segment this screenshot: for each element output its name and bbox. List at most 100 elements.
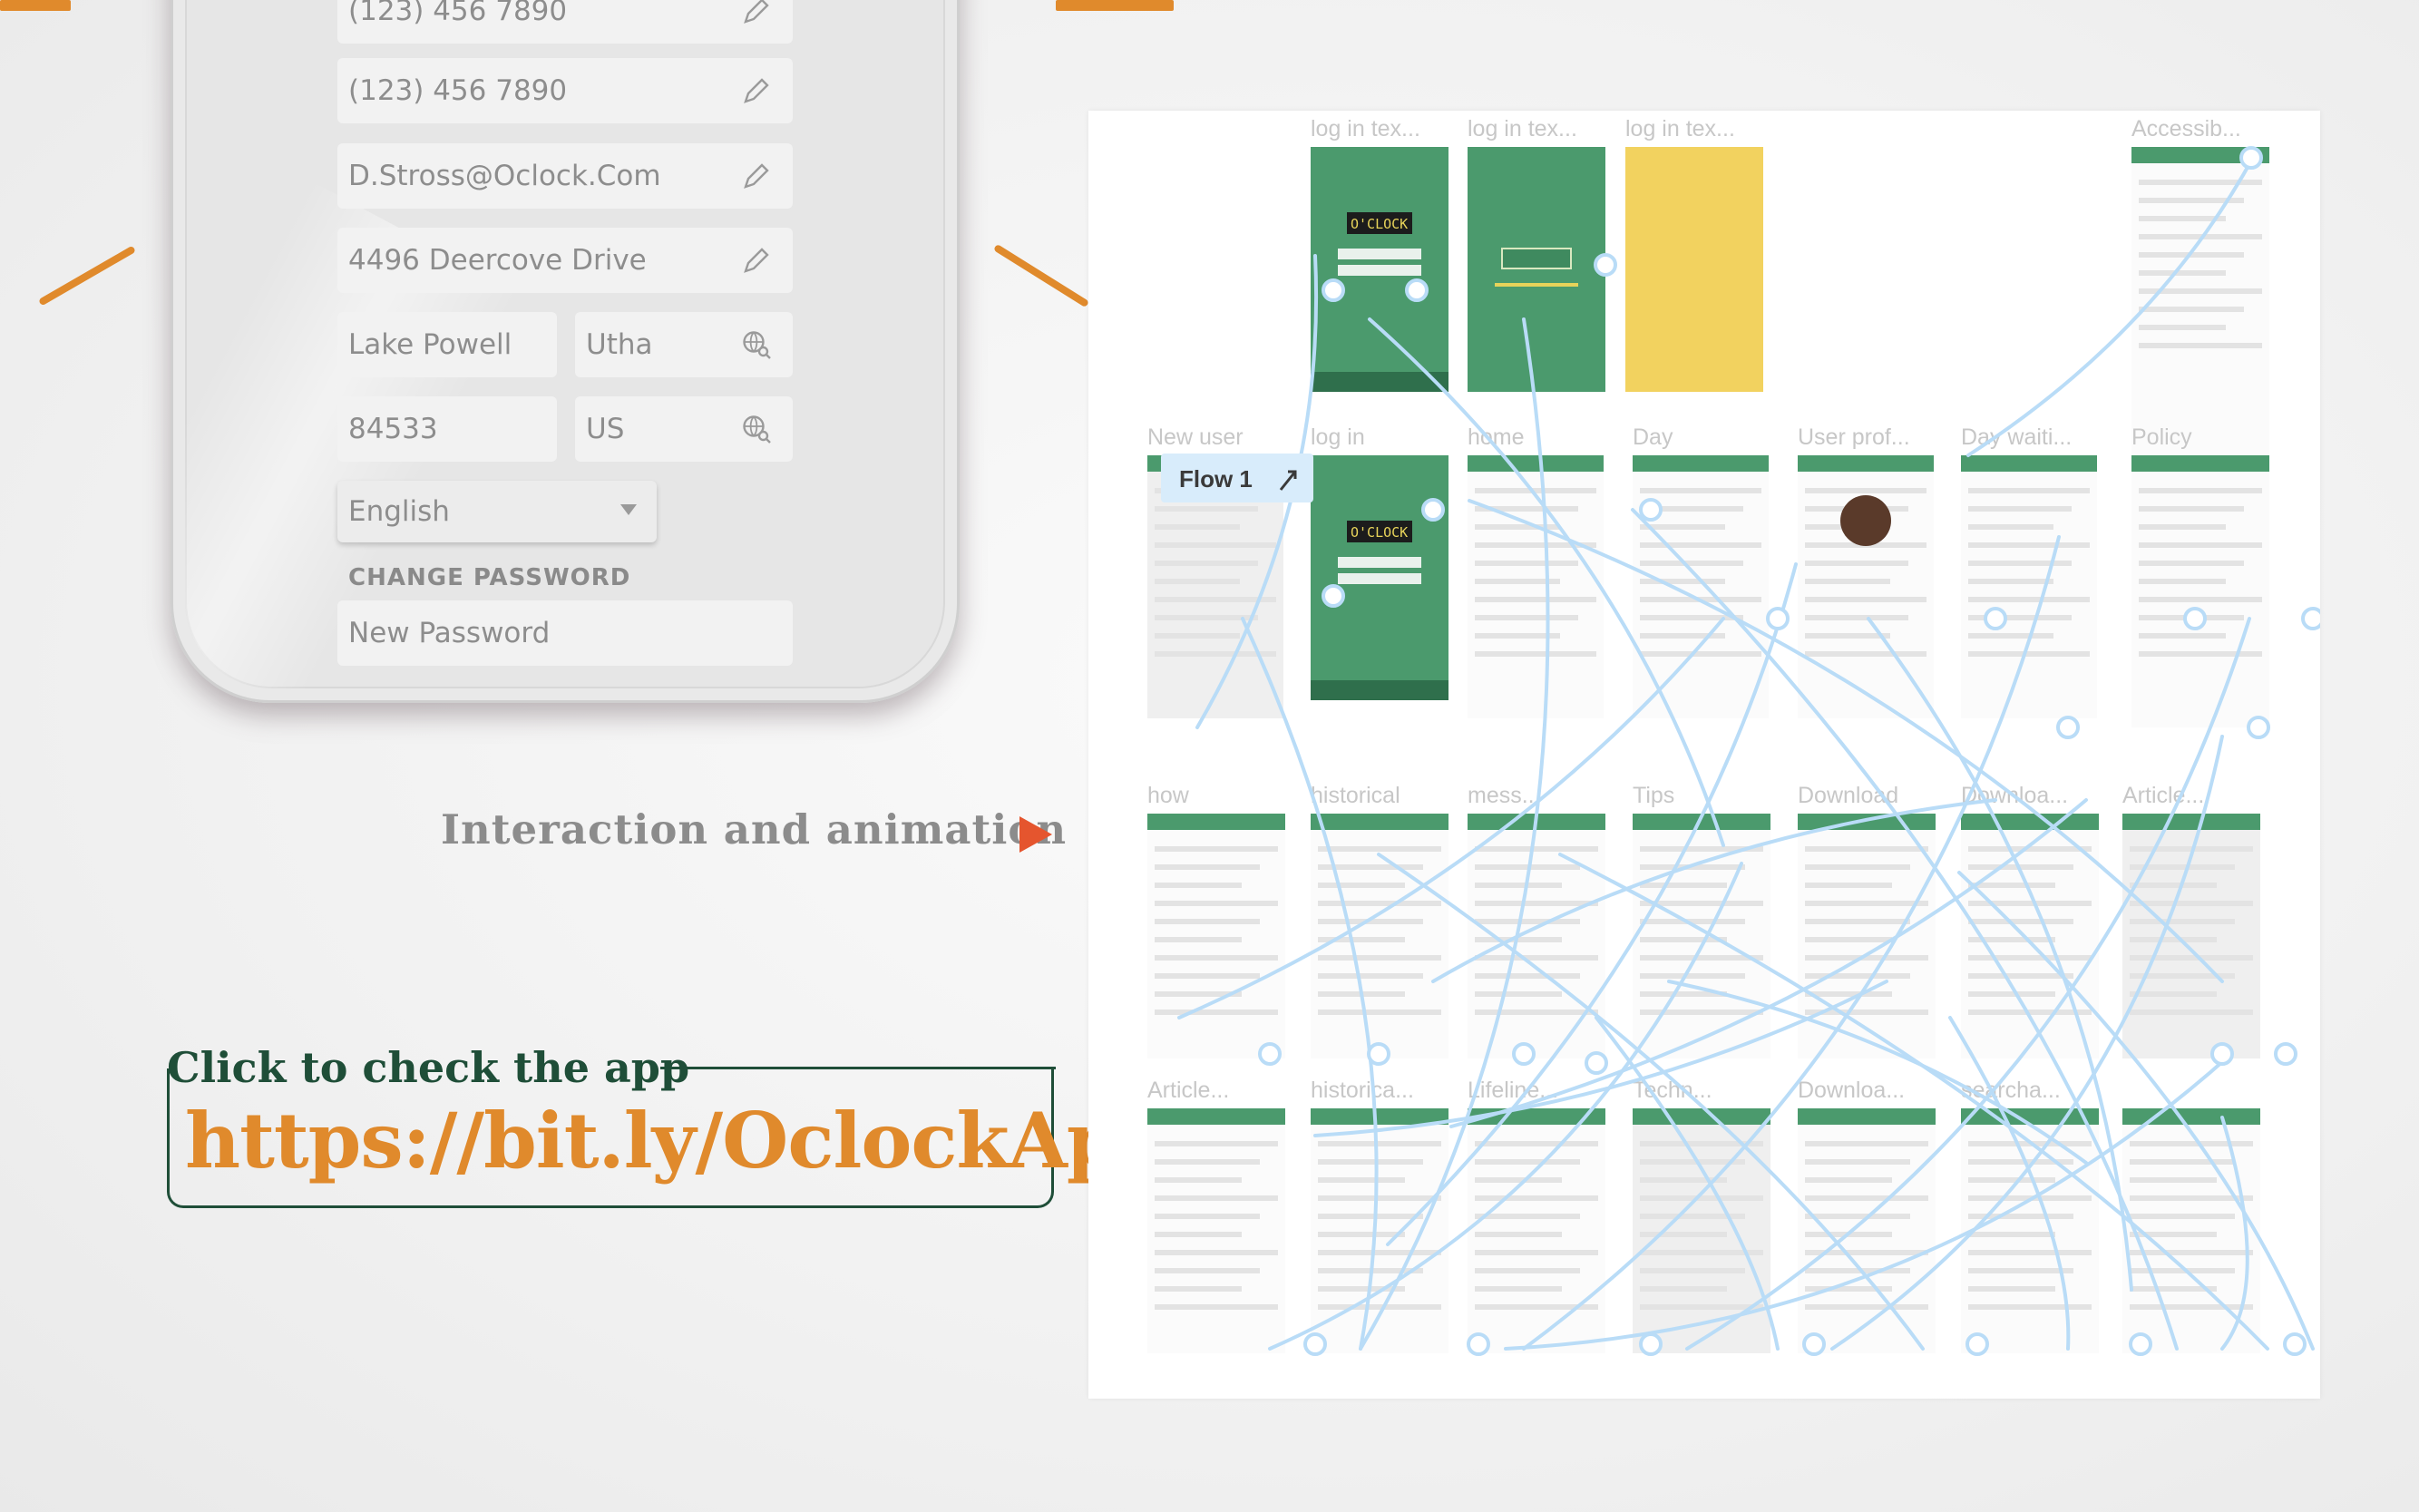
hotspot-node[interactable]	[1421, 498, 1445, 522]
screen-label: Tips	[1633, 783, 1674, 808]
prototype-screen[interactable]: Downloa...	[1798, 1078, 1936, 1353]
input-placeholder	[1338, 573, 1421, 584]
text-line	[1968, 1304, 2092, 1310]
hotspot-node[interactable]	[1984, 607, 2007, 630]
text-line	[2139, 524, 2226, 530]
hotspot-node[interactable]	[1512, 1042, 1536, 1066]
hotspot-node[interactable]	[1639, 1332, 1663, 1356]
text-line	[1475, 1177, 1562, 1183]
text-line	[1155, 919, 1260, 924]
text-line	[1640, 561, 1743, 566]
country-field[interactable]: US	[575, 396, 793, 462]
hotspot-node[interactable]	[1802, 1332, 1826, 1356]
hotspot-node[interactable]	[2210, 1042, 2234, 1066]
hotspot-node[interactable]	[1322, 278, 1345, 302]
prototype-screen[interactable]: User prof...	[1798, 424, 1934, 718]
text-line	[1968, 973, 2073, 979]
pencil-icon[interactable]	[740, 74, 773, 107]
text-line	[1805, 846, 1928, 852]
text-line	[2139, 270, 2226, 276]
hotspot-node[interactable]	[1367, 1042, 1390, 1066]
hotspot-node[interactable]	[1766, 607, 1790, 630]
text-line	[1805, 651, 1926, 657]
screen-label: New user	[1147, 424, 1244, 450]
text-line	[1968, 1250, 2092, 1255]
hotspot-node[interactable]	[2239, 146, 2263, 170]
prototype-screen[interactable]: log in O'CLOCK	[1311, 424, 1448, 700]
prototype-screen[interactable]: Article...	[1147, 1078, 1285, 1353]
play-icon[interactable]	[1019, 816, 1052, 853]
new-password-input[interactable]: New Password	[337, 600, 793, 666]
prototype-screen[interactable]: Day waiti...	[1961, 424, 2097, 718]
hotspot-node[interactable]	[2301, 607, 2320, 630]
hotspot-node[interactable]	[1467, 1332, 1490, 1356]
text-line	[1805, 633, 1890, 639]
prototype-screen[interactable]: Article...	[2122, 783, 2260, 1058]
globe-search-icon[interactable]	[740, 328, 773, 361]
accent-stroke-right	[992, 243, 1090, 308]
text-line	[1640, 1304, 1763, 1310]
input-placeholder	[1338, 557, 1421, 568]
prototype-screen[interactable]: Policy	[2131, 424, 2269, 727]
text-line	[1155, 1010, 1278, 1015]
hotspot-node[interactable]	[2183, 607, 2207, 630]
screen-header	[1798, 1108, 1936, 1125]
text-line	[1805, 901, 1928, 906]
hotspot-node[interactable]	[1322, 584, 1345, 608]
screen-header	[1147, 814, 1285, 830]
text-line	[1805, 488, 1926, 493]
screen-header	[1468, 455, 1604, 472]
prototype-screen[interactable]: log in tex...	[1625, 116, 1763, 392]
app-link[interactable]: https://bit.ly/OclockApp	[185, 1096, 1172, 1185]
prototype-screen[interactable]: home	[1468, 424, 1604, 718]
state-field[interactable]: Utha	[575, 312, 793, 377]
hotspot-node[interactable]	[1965, 1332, 1989, 1356]
hotspot-node[interactable]	[2274, 1042, 2297, 1066]
city-field[interactable]: Lake Powell	[337, 312, 557, 377]
text-line	[1475, 1141, 1598, 1146]
prototype-screen[interactable]: searcha...	[1961, 1078, 2099, 1353]
text-line	[2130, 901, 2253, 906]
text-line	[2130, 883, 2217, 888]
prototype-screen[interactable]: how	[1147, 783, 1285, 1058]
prototype-screen[interactable]: Accessib...	[2131, 116, 2269, 510]
prototype-screen[interactable]: Download	[1798, 783, 1936, 1058]
hotspot-node[interactable]	[2283, 1332, 2307, 1356]
flow-start-tag[interactable]: Flow 1	[1161, 454, 1313, 502]
pencil-icon[interactable]	[740, 160, 773, 192]
hotspot-node[interactable]	[2129, 1332, 2152, 1356]
pencil-icon[interactable]	[740, 0, 773, 27]
screen-label: log in tex...	[1468, 116, 1577, 141]
hotspot-node[interactable]	[1303, 1332, 1327, 1356]
pencil-icon[interactable]	[740, 244, 773, 277]
hotspot-node[interactable]	[1585, 1051, 1608, 1075]
hotspot-node[interactable]	[1258, 1042, 1282, 1066]
phone-field-2[interactable]: (123) 456 7890	[337, 58, 793, 123]
globe-search-icon[interactable]	[740, 413, 773, 445]
phone-field-1[interactable]: (123) 456 7890	[337, 0, 793, 44]
address-field-value: 4496 Deercove Drive	[348, 244, 647, 277]
prototype-flow-canvas[interactable]: log in tex... O'CLOCK log in tex... log in …	[1088, 111, 2320, 1399]
address-field[interactable]: 4496 Deercove Drive	[337, 228, 793, 293]
screen-label: searcha...	[1961, 1078, 2061, 1103]
text-line	[2139, 651, 2262, 657]
prototype-screen[interactable]: log in tex... O'CLOCK	[1311, 116, 1448, 392]
text-line	[1968, 561, 2072, 566]
hotspot-node[interactable]	[1405, 278, 1429, 302]
email-field[interactable]: D.Stross@Oclock.Com	[337, 143, 793, 209]
hotspot-node[interactable]	[1594, 253, 1617, 277]
language-select[interactable]: English	[337, 481, 657, 542]
hotspot-node[interactable]	[1639, 498, 1663, 522]
screen-header	[2131, 455, 2269, 472]
screen-label: Day waiti...	[1961, 424, 2072, 450]
progress-bar	[1495, 283, 1578, 287]
prototype-screen[interactable]: historical	[1311, 783, 1448, 1058]
zip-field[interactable]: 84533	[337, 396, 557, 462]
text-line	[1155, 1268, 1260, 1273]
prototype-screen[interactable]: log in tex...	[1468, 116, 1605, 392]
text-line	[1968, 883, 2055, 888]
text-line	[1475, 1286, 1562, 1292]
hotspot-node[interactable]	[2247, 716, 2270, 739]
hotspot-node[interactable]	[2056, 716, 2080, 739]
text-line	[1155, 846, 1278, 852]
